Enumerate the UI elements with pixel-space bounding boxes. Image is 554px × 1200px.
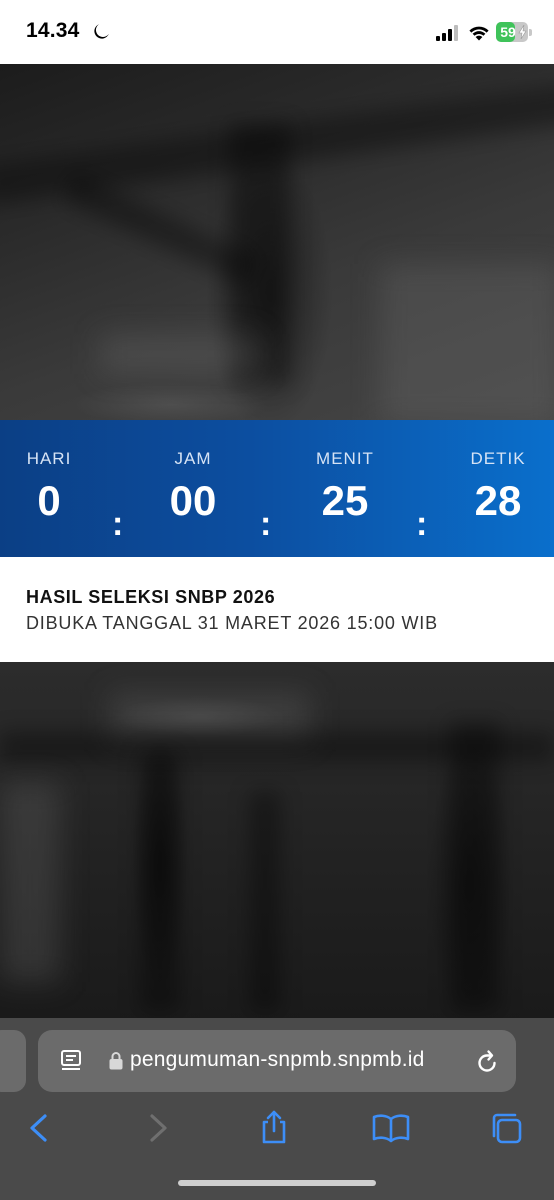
wifi-icon — [469, 26, 489, 41]
countdown-seconds-label: DETIK — [470, 449, 526, 468]
countdown-minutes: MENIT 25 — [300, 420, 390, 524]
moon-icon — [94, 24, 109, 39]
bookmarks-button[interactable] — [369, 1108, 413, 1152]
countdown-days: HARI 0 — [16, 420, 82, 524]
countdown-seconds-value: 28 — [474, 477, 522, 524]
announcement-card: HASIL SELEKSI SNBP 2026 DIBUKA TANGGAL 3… — [0, 557, 554, 662]
back-button[interactable] — [18, 1108, 62, 1152]
status-time: 14.34 — [26, 19, 80, 42]
lock-icon — [109, 1052, 123, 1070]
countdown-minutes-label: MENIT — [316, 449, 374, 468]
back-chevron-icon — [30, 1114, 47, 1142]
countdown-minutes-value: 25 — [321, 477, 369, 524]
hero-background-image-bottom — [0, 662, 554, 1022]
countdown-hours-label: JAM — [174, 449, 212, 468]
countdown-separator: : — [416, 505, 428, 543]
url-text[interactable]: pengumuman-snpmb.snpmb.id — [130, 1048, 425, 1072]
share-icon — [262, 1110, 286, 1144]
charging-bolt-icon — [518, 25, 527, 39]
announcement-title: HASIL SELEKSI SNBP 2026 — [26, 587, 276, 607]
countdown-banner: HARI 0 : JAM 00 : MENIT 25 : DETIK 28 — [0, 420, 554, 557]
forward-button[interactable] — [138, 1108, 182, 1152]
announcement-subtitle: DIBUKA TANGGAL 31 MARET 2026 15:00 WIB — [26, 613, 438, 633]
hero-background-image-top — [0, 64, 554, 420]
address-bar[interactable]: pengumuman-snpmb.snpmb.id — [38, 1030, 516, 1092]
cellular-signal-icon — [436, 25, 458, 41]
home-indicator[interactable] — [178, 1180, 376, 1186]
reader-mode-icon[interactable] — [60, 1050, 82, 1072]
previous-tab-preview[interactable] — [0, 1030, 26, 1092]
countdown-hours: JAM 00 — [153, 420, 233, 524]
countdown-seconds: DETIK 28 — [456, 420, 540, 524]
forward-chevron-icon — [150, 1114, 167, 1142]
share-button[interactable] — [252, 1108, 296, 1152]
battery-cap — [529, 29, 532, 36]
battery-level: 59 — [500, 24, 516, 40]
countdown-hours-value: 00 — [169, 477, 217, 524]
browser-bottom-bar: pengumuman-snpmb.snpmb.id — [0, 1018, 554, 1200]
battery-indicator: 59 — [496, 22, 532, 42]
tabs-icon — [492, 1113, 522, 1144]
reload-icon[interactable] — [475, 1048, 499, 1074]
tabs-button[interactable] — [486, 1108, 530, 1152]
bookmarks-book-icon — [372, 1114, 410, 1143]
countdown-separator: : — [260, 505, 272, 543]
countdown-days-value: 0 — [37, 477, 61, 524]
status-bar: 14.34 59 — [0, 0, 554, 64]
countdown-days-label: HARI — [26, 449, 72, 468]
countdown-separator: : — [112, 505, 124, 543]
